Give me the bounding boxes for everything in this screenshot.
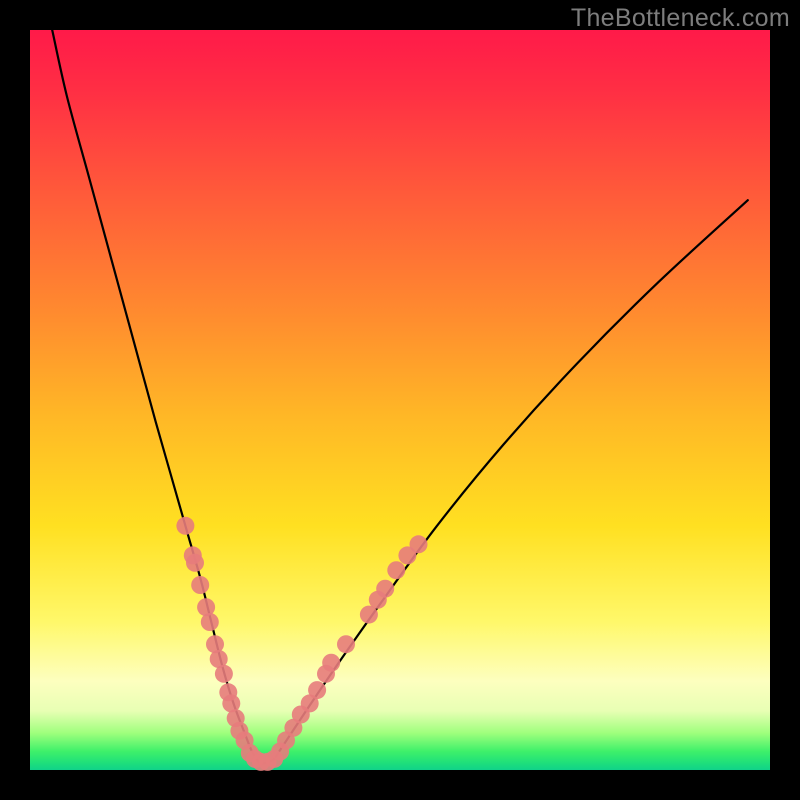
chart-frame: TheBottleneck.com [0, 0, 800, 800]
marker-dot [308, 681, 326, 699]
marker-dot [186, 554, 204, 572]
marker-dot [322, 654, 340, 672]
marker-layer [176, 517, 427, 771]
bottleneck-curve [52, 30, 748, 764]
marker-dot [176, 517, 194, 535]
curve-layer [30, 30, 770, 770]
marker-dot [376, 580, 394, 598]
marker-dot [201, 613, 219, 631]
marker-dot [215, 665, 233, 683]
plot-area [30, 30, 770, 770]
marker-dot [410, 535, 428, 553]
watermark-text: TheBottleneck.com [571, 4, 790, 33]
marker-dot [337, 635, 355, 653]
marker-dot [191, 576, 209, 594]
marker-dot [387, 561, 405, 579]
